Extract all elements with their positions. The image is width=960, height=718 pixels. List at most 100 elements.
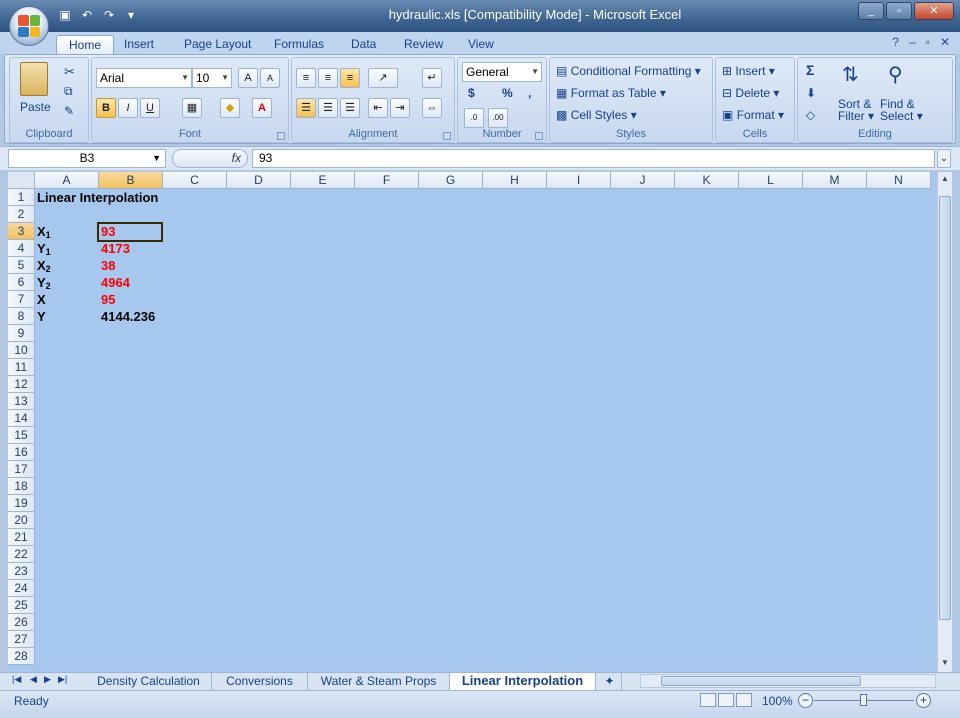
- row-header-16[interactable]: 16: [8, 444, 35, 461]
- number-dialog-launcher-icon[interactable]: [535, 132, 543, 140]
- increase-decimal-icon[interactable]: .0: [464, 108, 484, 128]
- column-header-n[interactable]: N: [867, 172, 931, 189]
- column-header-a[interactable]: A: [35, 172, 99, 189]
- cell-styles-button[interactable]: ▩ Cell Styles ▾: [556, 108, 637, 122]
- align-right-icon[interactable]: ☰: [340, 98, 360, 118]
- row-header-9[interactable]: 9: [8, 325, 35, 342]
- format-as-table-button[interactable]: ▦ Format as Table ▾: [556, 86, 666, 100]
- zoom-level[interactable]: 100%: [762, 694, 793, 708]
- close-workbook-icon[interactable]: ✕: [940, 35, 950, 49]
- column-header-e[interactable]: E: [291, 172, 355, 189]
- align-bottom-icon[interactable]: ≡: [340, 68, 360, 88]
- decrease-decimal-icon[interactable]: .00: [488, 108, 508, 128]
- shrink-font-button[interactable]: A: [260, 68, 280, 88]
- column-header-g[interactable]: G: [419, 172, 483, 189]
- expand-formula-icon[interactable]: ⌄: [937, 149, 951, 168]
- row-header-2[interactable]: 2: [8, 206, 35, 223]
- last-sheet-icon[interactable]: ▶|: [58, 674, 67, 685]
- help-icon[interactable]: ?: [892, 35, 899, 49]
- column-header-i[interactable]: I: [547, 172, 611, 189]
- office-button[interactable]: [9, 6, 49, 46]
- row-header-28[interactable]: 28: [8, 648, 35, 665]
- conditional-formatting-button[interactable]: ▤ Conditional Formatting ▾: [556, 64, 701, 78]
- insert-sheet-icon[interactable]: ✦: [598, 673, 622, 690]
- sheet-tab-density-calculation[interactable]: Density Calculation: [86, 673, 212, 690]
- clear-icon[interactable]: ◇: [806, 108, 815, 122]
- row-header-15[interactable]: 15: [8, 427, 35, 444]
- restore-workbook-icon[interactable]: ▫: [926, 35, 930, 49]
- borders-icon[interactable]: ▦: [182, 98, 202, 118]
- row-header-4[interactable]: 4: [8, 240, 35, 257]
- cell-a8[interactable]: Y: [37, 308, 46, 325]
- alignment-dialog-launcher-icon[interactable]: [443, 132, 451, 140]
- page-break-view-icon[interactable]: [736, 693, 752, 707]
- cell-b7[interactable]: 95: [101, 291, 115, 308]
- orientation-icon[interactable]: ↗: [368, 68, 398, 88]
- cell-a6[interactable]: Y2: [37, 274, 51, 291]
- scroll-up-icon[interactable]: ▲: [939, 174, 951, 186]
- grow-font-button[interactable]: A: [238, 68, 258, 88]
- horizontal-scroll-thumb[interactable]: [661, 676, 861, 686]
- zoom-out-button[interactable]: −: [798, 693, 813, 708]
- cell-a4[interactable]: Y1: [37, 240, 51, 257]
- column-header-h[interactable]: H: [483, 172, 547, 189]
- row-header-26[interactable]: 26: [8, 614, 35, 631]
- sort-filter-button[interactable]: Sort & Filter ▾: [838, 98, 874, 122]
- row-header-6[interactable]: 6: [8, 274, 35, 291]
- column-header-d[interactable]: D: [227, 172, 291, 189]
- align-top-icon[interactable]: ≡: [296, 68, 316, 88]
- active-cell-selection[interactable]: [97, 222, 163, 242]
- wrap-text-icon[interactable]: ↵: [422, 68, 442, 88]
- row-header-23[interactable]: 23: [8, 563, 35, 580]
- insert-function-button[interactable]: fx: [172, 149, 248, 168]
- row-header-25[interactable]: 25: [8, 597, 35, 614]
- prev-sheet-icon[interactable]: ◀: [30, 674, 37, 685]
- page-layout-view-icon[interactable]: [718, 693, 734, 707]
- minimize-button[interactable]: _: [858, 2, 884, 20]
- cell-b6[interactable]: 4964: [101, 274, 130, 291]
- tab-home[interactable]: Home: [56, 35, 115, 54]
- row-header-20[interactable]: 20: [8, 512, 35, 529]
- cell-b4[interactable]: 4173: [101, 240, 130, 257]
- font-dialog-launcher-icon[interactable]: [277, 132, 285, 140]
- sheet-tab-water-steam-props[interactable]: Water & Steam Props: [308, 673, 450, 690]
- delete-cells-button[interactable]: ⊟ Delete ▾: [722, 86, 779, 100]
- row-header-27[interactable]: 27: [8, 631, 35, 648]
- autosum-icon[interactable]: Σ: [806, 62, 814, 78]
- column-header-j[interactable]: J: [611, 172, 675, 189]
- close-button[interactable]: ✕: [914, 2, 954, 20]
- currency-button[interactable]: $: [468, 86, 475, 100]
- column-header-l[interactable]: L: [739, 172, 803, 189]
- row-header-22[interactable]: 22: [8, 546, 35, 563]
- tab-formulas[interactable]: Formulas: [274, 35, 324, 54]
- row-header-10[interactable]: 10: [8, 342, 35, 359]
- underline-button[interactable]: U: [140, 98, 160, 118]
- row-header-8[interactable]: 8: [8, 308, 35, 325]
- vertical-scrollbar[interactable]: ▲ ▼: [937, 172, 952, 672]
- restore-button[interactable]: ▫: [886, 2, 912, 20]
- format-painter-icon[interactable]: ✎: [64, 104, 74, 118]
- cell-a1[interactable]: Linear Interpolation: [37, 189, 158, 206]
- italic-button[interactable]: I: [118, 98, 138, 118]
- tab-view[interactable]: View: [468, 35, 494, 54]
- row-header-18[interactable]: 18: [8, 478, 35, 495]
- select-all-corner[interactable]: [8, 172, 35, 189]
- align-left-icon[interactable]: ☰: [296, 98, 316, 118]
- tab-data[interactable]: Data: [351, 35, 376, 54]
- row-header-24[interactable]: 24: [8, 580, 35, 597]
- worksheet-grid[interactable]: A B C D E F G H I J K L M N 1 2 3 4 5 6 7 8 9 10 11 12 13 14 15 16 17 1…: [8, 172, 936, 672]
- tab-review[interactable]: Review: [404, 35, 443, 54]
- align-middle-icon[interactable]: ≡: [318, 68, 338, 88]
- column-header-b[interactable]: B: [99, 172, 163, 189]
- cell-a3[interactable]: X1: [37, 223, 51, 240]
- next-sheet-icon[interactable]: ▶: [44, 674, 51, 685]
- normal-view-icon[interactable]: [700, 693, 716, 707]
- align-center-icon[interactable]: ☰: [318, 98, 338, 118]
- cut-icon[interactable]: ✂: [64, 64, 75, 80]
- row-header-14[interactable]: 14: [8, 410, 35, 427]
- minimize-workbook-icon[interactable]: –: [909, 35, 916, 49]
- sheet-tab-linear-interpolation[interactable]: Linear Interpolation: [450, 673, 596, 690]
- comma-button[interactable]: ,: [528, 86, 531, 100]
- row-header-12[interactable]: 12: [8, 376, 35, 393]
- name-box[interactable]: B3 ▼: [8, 149, 166, 168]
